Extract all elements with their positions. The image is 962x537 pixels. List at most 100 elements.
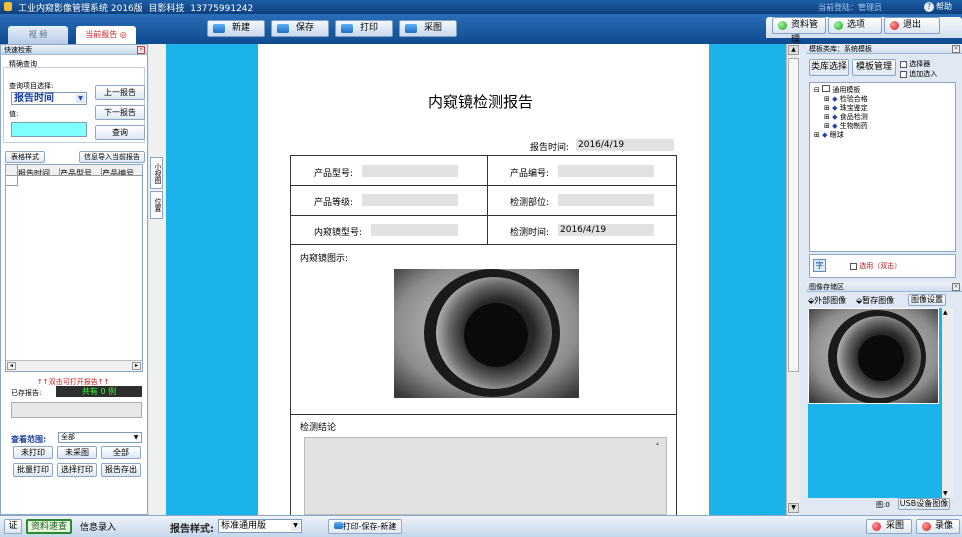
exit-button[interactable]: 退出 [884, 17, 940, 34]
quick-data-button[interactable]: 资料速查 [26, 519, 72, 534]
tree-item[interactable]: ⊞ ◆ 眼球 [814, 130, 844, 140]
record-button[interactable]: 录像 [916, 519, 960, 534]
new-button[interactable]: 新建 [207, 20, 265, 37]
inspect-part-field[interactable] [558, 194, 654, 206]
stored-image-thumbnail[interactable] [808, 308, 939, 404]
product-grade-field[interactable] [362, 194, 458, 206]
next-report-button[interactable]: 下一报告 [95, 105, 145, 120]
close-icon[interactable]: × [137, 46, 145, 54]
product-number-field[interactable] [558, 165, 654, 177]
close-icon[interactable]: × [952, 283, 960, 291]
column-header[interactable]: 报告时间 [18, 168, 60, 175]
horizontal-scrollbar[interactable]: ◂ ▸ [6, 360, 142, 371]
append-checkbox[interactable]: 追加选入 [900, 69, 937, 79]
divider [290, 215, 677, 216]
save-icon [277, 24, 289, 33]
tab-current-report[interactable]: 当前报告 ◎ [76, 26, 136, 44]
template-tree[interactable]: ⊟ 通用模板 ⊞ ◆ 检验合格 ⊞ ◆ 珠宝鉴定 ⊞ ◆ 食品检测 ⊞ ◆ 生物… [809, 82, 956, 252]
small-view-tab[interactable]: 小视图 [150, 157, 163, 189]
arrow-down-icon[interactable]: ▼ [788, 503, 799, 513]
report-vertical-scrollbar[interactable]: ▲ ▼ [786, 44, 800, 515]
close-icon[interactable]: × [952, 45, 960, 53]
view-range-select[interactable]: 全部 ▼ [58, 432, 142, 443]
lib-select-button[interactable]: 类库选择 [809, 59, 849, 76]
column-header[interactable]: 产品编号 [102, 168, 140, 175]
report-margin-right [709, 44, 786, 515]
report-style-label: 报告样式: [170, 524, 214, 535]
capture-button[interactable]: 采图 [399, 20, 457, 37]
prev-report-button[interactable]: 上一报告 [95, 85, 145, 100]
not-captured-button[interactable]: 未采图 [57, 446, 97, 459]
help-icon: ? [924, 2, 934, 12]
bottom-bar: 证 资料速查 信息录入 报告样式: 标准通用版 ▼ 打印-保存-新建 采图 录像 [0, 515, 962, 537]
red-dot-icon [872, 522, 881, 531]
query-button[interactable]: 查询 [95, 125, 145, 140]
app-title: 工业内窥影像管理系统 2016版 目影科技 13775991242 [18, 4, 254, 14]
save-button[interactable]: 保存 [271, 20, 329, 37]
value-label: 值: [9, 110, 19, 118]
position-tab[interactable]: 位置 [150, 191, 163, 219]
usb-image-button[interactable]: USB设备图像 [898, 498, 950, 510]
image-storage-area[interactable]: ▲ ▼ [808, 308, 954, 498]
print-icon [341, 24, 353, 33]
export-report-button[interactable]: 报告存出 [101, 463, 141, 477]
red-dot-icon [922, 522, 931, 531]
report-time-field[interactable]: 2016/4/19 [576, 139, 674, 151]
value-input[interactable] [11, 122, 87, 137]
pipe-thumbnail [809, 309, 938, 403]
scroll-thumb[interactable] [788, 58, 799, 372]
tab-style-button[interactable]: 表格样式 [5, 151, 45, 163]
checkbox-icon[interactable] [850, 262, 857, 270]
report-style-select[interactable]: 标准通用版 ▼ [218, 519, 302, 533]
arrow-right-icon[interactable]: ▸ [132, 362, 141, 370]
panel-header: 快速检索 × [1, 45, 147, 55]
report-paper[interactable]: 内窥镜检测报告 报告时间: 2016/4/19 产品型号: 产品编号: 产品等级… [258, 44, 709, 515]
selector-checkbox[interactable]: 选择器 [900, 59, 930, 69]
batch-print-button[interactable]: 批量打印 [13, 463, 53, 477]
arrow-down-icon[interactable]: ▼ [943, 490, 948, 497]
print-button[interactable]: 打印 [335, 20, 393, 37]
checkbox-icon[interactable] [900, 60, 907, 68]
help-button[interactable]: ? 帮助 [924, 1, 952, 12]
cert-button[interactable]: 证 [4, 519, 22, 534]
tab-video[interactable]: 视 频 [8, 26, 68, 44]
query-item-label: 查询项目选择: [9, 82, 54, 90]
info-entry-button[interactable]: 信息录入 [80, 520, 116, 533]
query-item-select[interactable]: 报告时间 ▼ [11, 92, 87, 105]
not-printed-button[interactable]: 未打印 [13, 446, 53, 459]
image-settings-button[interactable]: 图像设置 [908, 294, 946, 306]
font-button[interactable]: 字 [813, 259, 826, 272]
options-button[interactable]: 选项 [828, 17, 882, 34]
print-save-new-button[interactable]: 打印-保存-新建 [328, 519, 402, 534]
endoscope-image[interactable] [394, 269, 579, 398]
select-double-checkbox[interactable]: 选用（双击） [850, 261, 901, 271]
temp-save-button[interactable]: ⬙暂存图像 [856, 295, 894, 306]
chevron-down-icon: ▼ [291, 521, 300, 531]
endoscope-model-field[interactable] [371, 224, 458, 236]
select-print-button[interactable]: 选择打印 [57, 463, 97, 477]
arrow-up-icon[interactable]: ▲ [943, 309, 948, 316]
report-table[interactable]: 报告时间 产品型号 产品编号 ◂ ▸ [5, 164, 143, 372]
template-manage-button[interactable]: 模板管理 [852, 59, 896, 76]
capture-bottom-button[interactable]: 采图 [866, 519, 912, 534]
external-image-button[interactable]: ⬙外部图像 [808, 295, 846, 306]
report-title: 内窥镜检测报告 [428, 93, 534, 111]
arrow-up-icon[interactable]: ▲ [788, 45, 799, 55]
checkbox-icon[interactable] [900, 70, 907, 78]
report-margin-left [166, 44, 258, 515]
image-panel-header: 图像存储区 × [806, 282, 962, 292]
arrow-left-icon[interactable]: ◂ [7, 362, 16, 370]
row-header [6, 176, 18, 186]
saved-count: 共有 0 例 [56, 386, 142, 397]
image-scrollbar[interactable]: ▲ ▼ [942, 308, 954, 498]
column-header[interactable]: 产品型号 [60, 168, 102, 175]
divider [487, 155, 488, 245]
product-model-field[interactable] [362, 165, 458, 177]
print-icon [333, 522, 343, 529]
inspect-time-field[interactable]: 2016/4/19 [558, 224, 654, 236]
quick-search-panel: 快速检索 × 精确查询 查询项目选择: 报告时间 ▼ 值: 上一报告 下一报告 查询… [0, 44, 148, 515]
info-import-button[interactable]: 信息导入当前报告 [79, 151, 145, 163]
all-button[interactable]: 全部 [101, 446, 141, 459]
conclusion-textarea[interactable]: ▴ [304, 437, 667, 515]
data-manage-button[interactable]: 资料管理 [772, 17, 826, 45]
